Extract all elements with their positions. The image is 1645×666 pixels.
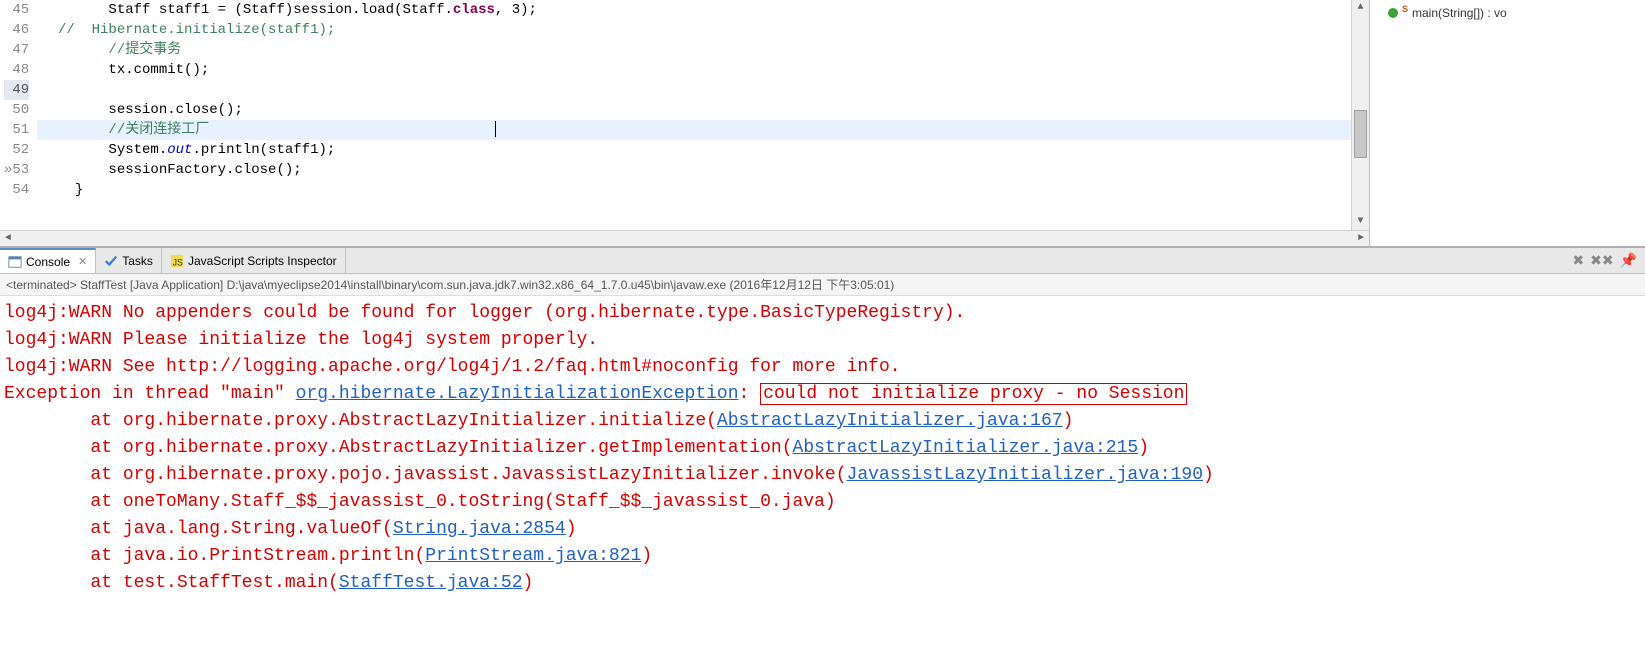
stack-frame: at oneToMany.Staff_$$_javassist_0.toStri… bbox=[4, 492, 836, 512]
console-toolbar: ✖ ✖✖ 📌 bbox=[1572, 252, 1645, 269]
js-icon: JS bbox=[170, 254, 184, 268]
vertical-scrollbar[interactable]: ▲ ▼ bbox=[1351, 0, 1369, 230]
outline-pane: S main(String[]) : vo bbox=[1370, 0, 1645, 246]
stack-frame: at org.hibernate.proxy.AbstractLazyIniti… bbox=[4, 438, 793, 458]
line-number: 49 bbox=[4, 80, 29, 100]
editor-pane: 4546474849505152»5354 Staff staff1 = (St… bbox=[0, 0, 1370, 246]
scroll-up-arrow[interactable]: ▲ bbox=[1352, 0, 1369, 16]
scroll-right-arrow[interactable]: ► bbox=[1353, 231, 1369, 246]
line-number: 46 bbox=[4, 20, 29, 40]
close-icon[interactable]: ✕ bbox=[78, 255, 87, 268]
stack-frame: at test.StaffTest.main( bbox=[4, 573, 339, 593]
code-line[interactable]: //关闭连接工厂 bbox=[37, 120, 1351, 140]
line-number: 54 bbox=[4, 180, 29, 200]
tasks-icon bbox=[104, 254, 118, 268]
main-split: 4546474849505152»5354 Staff staff1 = (St… bbox=[0, 0, 1645, 246]
stack-frame: at java.io.PrintStream.println( bbox=[4, 546, 425, 566]
code-area[interactable]: Staff staff1 = (Staff)session.load(Staff… bbox=[37, 0, 1351, 230]
line-number: 48 bbox=[4, 60, 29, 80]
stack-source-link[interactable]: AbstractLazyInitializer.java:167 bbox=[717, 411, 1063, 431]
scroll-down-arrow[interactable]: ▼ bbox=[1352, 214, 1369, 230]
tab-tasks-label: Tasks bbox=[122, 254, 153, 268]
method-public-icon bbox=[1388, 8, 1398, 18]
console-icon bbox=[8, 255, 22, 269]
scroll-thumb[interactable] bbox=[1354, 110, 1367, 158]
line-number: 45 bbox=[4, 0, 29, 20]
colon-sep: : bbox=[739, 384, 761, 404]
paren-close: ) bbox=[1063, 411, 1074, 431]
remove-launch-icon[interactable]: ✖ bbox=[1572, 252, 1584, 269]
bottom-panel: Console ✕ Tasks JS JavaScript Scripts In… bbox=[0, 246, 1645, 666]
code-line[interactable]: session.close(); bbox=[37, 100, 1351, 120]
line-number: 47 bbox=[4, 40, 29, 60]
paren-close: ) bbox=[1138, 438, 1149, 458]
stack-frame: at java.lang.String.valueOf( bbox=[4, 519, 393, 539]
code-line[interactable]: //提交事务 bbox=[37, 40, 1351, 60]
stack-source-link[interactable]: StaffTest.java:52 bbox=[339, 573, 523, 593]
scroll-left-arrow[interactable]: ◄ bbox=[0, 231, 16, 246]
tab-js-inspector[interactable]: JS JavaScript Scripts Inspector bbox=[162, 248, 346, 273]
stack-frame: at org.hibernate.proxy.pojo.javassist.Ja… bbox=[4, 465, 847, 485]
log-warn-line: log4j:WARN No appenders could be found f… bbox=[4, 303, 965, 323]
outline-method-main[interactable]: S main(String[]) : vo bbox=[1388, 4, 1645, 22]
line-number-gutter: 4546474849505152»5354 bbox=[0, 0, 37, 230]
tab-js-label: JavaScript Scripts Inspector bbox=[188, 254, 337, 268]
code-line[interactable] bbox=[37, 80, 1351, 100]
tab-console[interactable]: Console ✕ bbox=[0, 248, 96, 273]
exception-class-link[interactable]: org.hibernate.LazyInitializationExceptio… bbox=[296, 384, 739, 404]
hscroll-track[interactable] bbox=[16, 231, 1353, 246]
line-number: 51 bbox=[4, 120, 29, 140]
code-line[interactable]: sessionFactory.close(); bbox=[37, 160, 1351, 180]
line-number: »53 bbox=[4, 160, 29, 180]
tab-tasks[interactable]: Tasks bbox=[96, 248, 162, 273]
log-warn-line: log4j:WARN Please initialize the log4j s… bbox=[4, 330, 598, 350]
stack-source-link[interactable]: JavassistLazyInitializer.java:190 bbox=[847, 465, 1203, 485]
exception-prefix: Exception in thread "main" bbox=[4, 384, 296, 404]
code-line[interactable]: // Hibernate.initialize(staff1); bbox=[37, 20, 1351, 40]
paren-close: ) bbox=[1203, 465, 1214, 485]
outline-method-label: main(String[]) : vo bbox=[1412, 6, 1507, 20]
horizontal-scrollbar[interactable]: ◄ ► bbox=[0, 230, 1369, 246]
process-status-line: <terminated> StaffTest [Java Application… bbox=[0, 274, 1645, 296]
stack-source-link[interactable]: PrintStream.java:821 bbox=[425, 546, 641, 566]
pin-icon[interactable]: 📌 bbox=[1620, 252, 1637, 269]
code-editor[interactable]: 4546474849505152»5354 Staff staff1 = (St… bbox=[0, 0, 1369, 230]
paren-close: ) bbox=[523, 573, 534, 593]
views-tab-bar: Console ✕ Tasks JS JavaScript Scripts In… bbox=[0, 248, 1645, 274]
svg-text:JS: JS bbox=[173, 257, 183, 267]
stack-source-link[interactable]: AbstractLazyInitializer.java:215 bbox=[793, 438, 1139, 458]
stack-frame: at org.hibernate.proxy.AbstractLazyIniti… bbox=[4, 411, 717, 431]
code-line[interactable]: System.out.println(staff1); bbox=[37, 140, 1351, 160]
stack-source-link[interactable]: String.java:2854 bbox=[393, 519, 566, 539]
console-output[interactable]: log4j:WARN No appenders could be found f… bbox=[0, 296, 1645, 666]
code-line[interactable]: Staff staff1 = (Staff)session.load(Staff… bbox=[37, 0, 1351, 20]
text-cursor bbox=[495, 121, 496, 137]
paren-close: ) bbox=[641, 546, 652, 566]
line-number: 50 bbox=[4, 100, 29, 120]
code-line[interactable]: } bbox=[37, 180, 1351, 200]
static-marker: S bbox=[1402, 4, 1408, 14]
remove-all-icon[interactable]: ✖✖ bbox=[1590, 252, 1613, 269]
exception-message-highlight: could not initialize proxy - no Session bbox=[760, 383, 1187, 405]
paren-close: ) bbox=[566, 519, 577, 539]
line-number: 52 bbox=[4, 140, 29, 160]
tab-console-label: Console bbox=[26, 255, 70, 269]
log-warn-line: log4j:WARN See http://logging.apache.org… bbox=[4, 357, 901, 377]
code-line[interactable]: tx.commit(); bbox=[37, 60, 1351, 80]
